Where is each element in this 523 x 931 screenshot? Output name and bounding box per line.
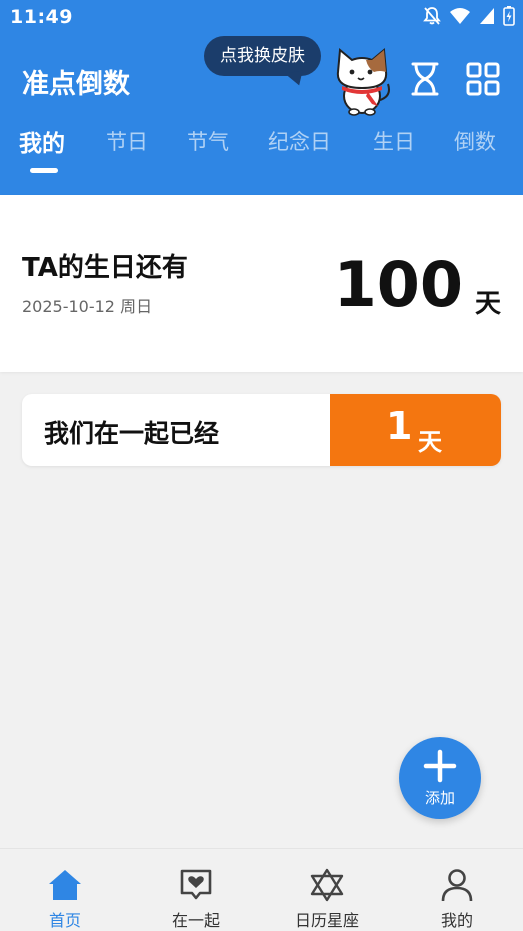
add-button[interactable]: 添加	[399, 737, 481, 819]
nav-home[interactable]: 首页	[0, 849, 130, 931]
nav-mine[interactable]: 我的	[392, 849, 522, 931]
tab-anniversaries[interactable]: 纪念日	[268, 126, 331, 156]
countdown-days: 100	[333, 248, 463, 321]
status-time: 11:49	[10, 6, 73, 28]
wifi-icon	[450, 8, 470, 24]
nav-together[interactable]: 在一起	[131, 849, 261, 931]
nav-home-label: 首页	[48, 911, 81, 930]
tab-birthdays[interactable]: 生日	[373, 126, 415, 156]
add-button-label: 添加	[424, 789, 455, 807]
tab-active-indicator	[30, 168, 58, 173]
countdown-title: TA的生日还有	[22, 253, 188, 283]
together-count-box: 1 天	[330, 394, 501, 466]
together-days: 1	[386, 404, 413, 448]
skin-change-bubble[interactable]: 点我换皮肤	[204, 36, 321, 76]
birthday-countdown-card[interactable]: TA的生日还有 2025-10-12 周日 100 天	[0, 195, 523, 372]
nav-together-label: 在一起	[171, 911, 220, 930]
cat-mascot-icon[interactable]	[330, 42, 394, 116]
person-icon	[441, 869, 473, 902]
category-tabs: 我的 节日 节气 纪念日 生日 倒数	[0, 120, 523, 173]
star-of-david-icon	[310, 868, 344, 902]
bell-off-icon	[423, 7, 441, 25]
nav-mine-label: 我的	[440, 911, 473, 930]
heart-chat-icon	[180, 869, 212, 900]
battery-icon	[503, 6, 515, 26]
signal-icon	[480, 8, 494, 24]
tab-festivals[interactable]: 节日	[106, 126, 148, 156]
together-unit: 天	[418, 428, 442, 456]
grid-icon[interactable]	[466, 62, 500, 96]
together-label: 我们在一起已经	[44, 419, 220, 448]
status-bar: 11:49	[0, 0, 523, 36]
bottom-nav: 首页 在一起 日历星座 我的	[0, 848, 523, 931]
status-icons	[423, 6, 515, 26]
together-card[interactable]: 我们在一起已经 1 天	[22, 394, 501, 466]
tab-mine[interactable]: 我的	[19, 124, 65, 158]
app-header: 准点倒数 点我换皮肤 我的 节日 节气 纪念日 生日 倒数	[0, 36, 523, 195]
skin-bubble-tail	[284, 70, 306, 88]
app-title: 准点倒数	[22, 69, 130, 100]
nav-calendar-zodiac-label: 日历星座	[294, 911, 359, 930]
countdown-unit: 天	[474, 289, 501, 319]
tab-solar-terms[interactable]: 节气	[187, 126, 229, 156]
hourglass-icon[interactable]	[410, 62, 440, 96]
plus-icon	[423, 749, 457, 783]
tab-countdown[interactable]: 倒数	[454, 126, 496, 156]
home-icon	[49, 870, 81, 900]
nav-calendar-zodiac[interactable]: 日历星座	[262, 849, 392, 931]
countdown-date: 2025-10-12 周日	[22, 297, 153, 316]
